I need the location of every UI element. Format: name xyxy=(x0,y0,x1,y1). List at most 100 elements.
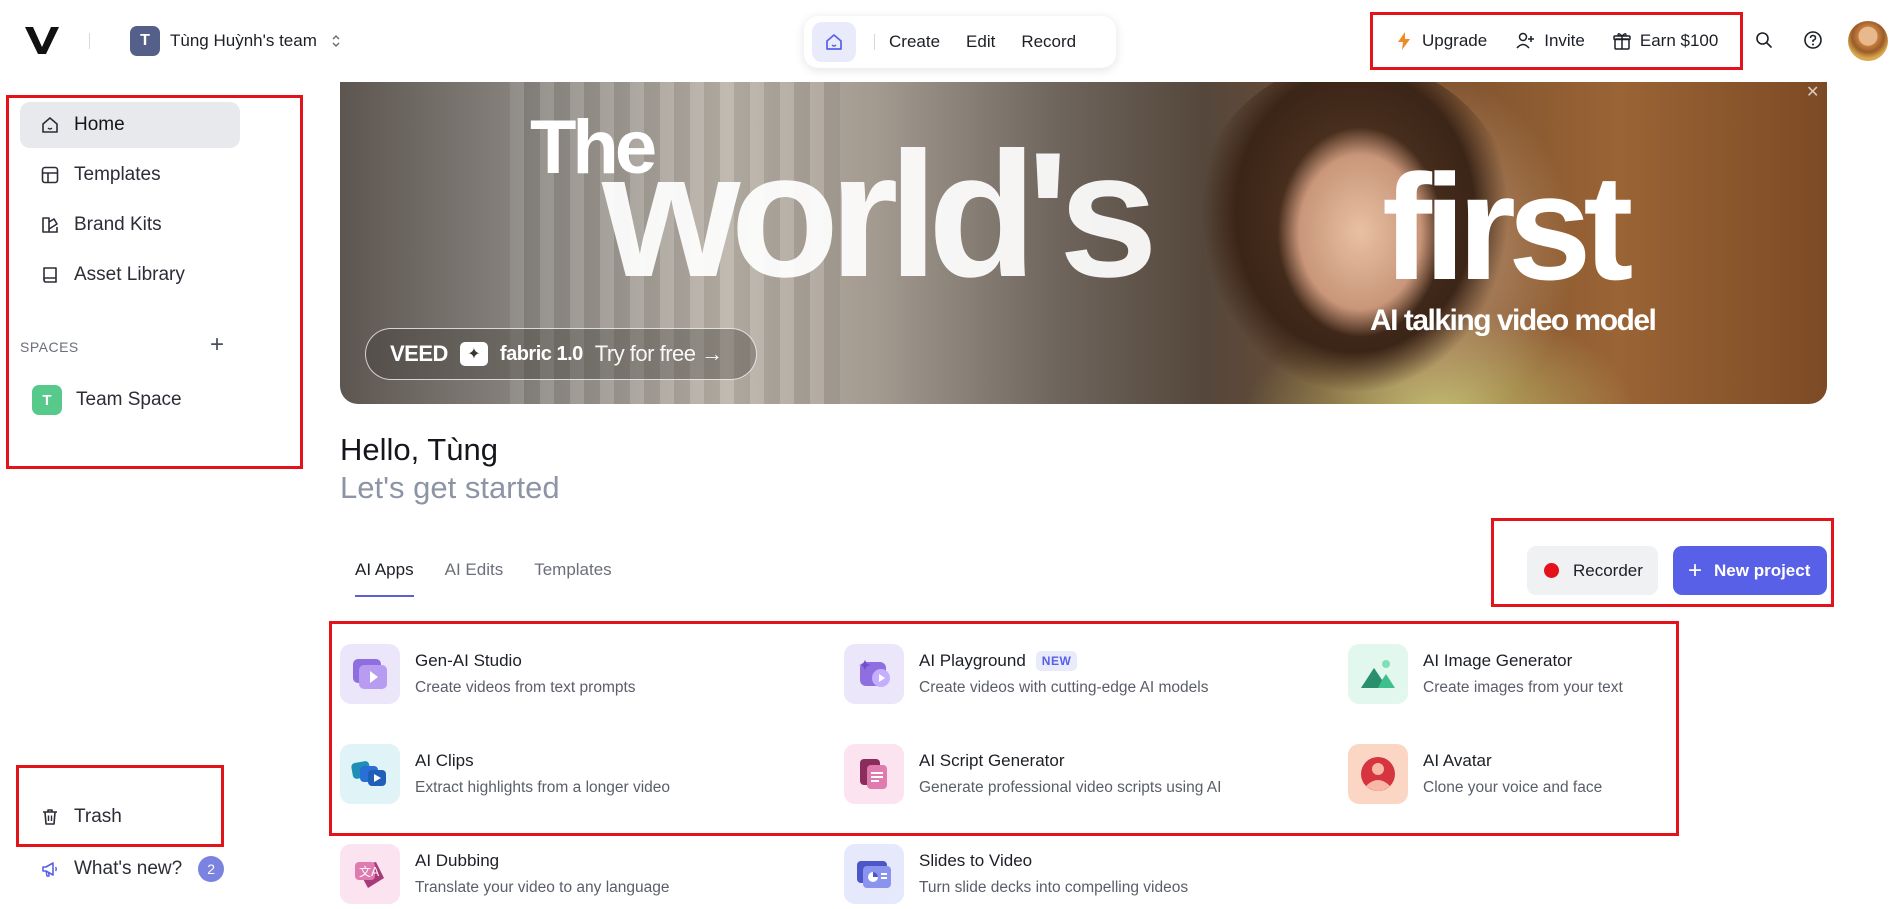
search-icon[interactable] xyxy=(1754,30,1776,52)
ai-dubbing-icon: 文A xyxy=(340,844,400,904)
greeting-title: Hello, Tùng xyxy=(340,432,498,467)
hero-headline-worlds: world's xyxy=(602,115,1158,314)
whats-new-label: What's new? xyxy=(74,858,183,879)
invite-button[interactable]: Invite xyxy=(1515,31,1585,51)
hero-headline-first: first xyxy=(1382,143,1633,311)
new-badge: NEW xyxy=(1035,651,1078,671)
invite-label: Invite xyxy=(1544,31,1585,50)
space-name: Team Space xyxy=(76,389,182,410)
app-ai-avatar[interactable]: AI Avatar Clone your voice and face xyxy=(1348,744,1602,804)
whats-new-count-badge: 2 xyxy=(198,856,225,882)
hero-try-button[interactable]: VEED ✦ fabric 1.0 Try for free → xyxy=(365,328,757,380)
help-icon[interactable] xyxy=(1803,30,1825,52)
app-desc: Turn slide decks into compelling videos xyxy=(919,879,1189,896)
greeting-subtitle: Let's get started xyxy=(340,470,560,505)
app-ai-script-generator[interactable]: AI Script Generator Generate professiona… xyxy=(844,744,1221,804)
app-ai-playground[interactable]: AI Playground NEW Create videos with cut… xyxy=(844,644,1209,704)
sidebar-item-asset-library[interactable]: Asset Library xyxy=(20,252,240,298)
slides-to-video-icon xyxy=(844,844,904,904)
new-project-label: New project xyxy=(1714,560,1811,580)
app-title: Slides to Video xyxy=(919,851,1033,870)
cta-brand: VEED xyxy=(390,341,448,366)
sidebar-item-whats-new[interactable]: What's new? 2 xyxy=(40,856,225,882)
cta-text: Try for free → xyxy=(594,341,723,366)
upgrade-button[interactable]: Upgrade xyxy=(1395,31,1487,51)
plus-icon: + xyxy=(1688,556,1703,584)
top-actions-highlight: Upgrade Invite Earn $100 xyxy=(1370,12,1743,70)
team-avatar: T xyxy=(130,26,160,56)
nav-record[interactable]: Record xyxy=(1021,32,1076,52)
app-title: AI Dubbing xyxy=(415,851,500,870)
content-tabs: AI Apps AI Edits Templates xyxy=(355,560,612,597)
ai-script-generator-icon xyxy=(844,744,904,804)
app-gen-ai-studio[interactable]: Gen-AI Studio Create videos from text pr… xyxy=(340,644,636,704)
app-ai-image-generator[interactable]: AI Image Generator Create images from yo… xyxy=(1348,644,1623,704)
app-desc: Create videos from text prompts xyxy=(415,679,636,696)
trash-label: Trash xyxy=(74,806,122,827)
sidebar-item-templates[interactable]: Templates xyxy=(20,152,240,198)
sidebar-item-brand-kits[interactable]: Brand Kits xyxy=(20,202,240,248)
sparkle-icon: ✦ xyxy=(459,342,488,366)
ai-image-generator-icon xyxy=(1348,644,1408,704)
center-nav: Create Edit Record xyxy=(804,16,1116,68)
app-desc: Extract highlights from a longer video xyxy=(415,779,671,796)
sidebar-item-label: Brand Kits xyxy=(74,214,162,235)
user-avatar[interactable] xyxy=(1848,21,1888,61)
sidebar-item-trash[interactable]: Trash xyxy=(40,806,122,828)
home-icon xyxy=(42,117,58,133)
sidebar-item-label: Templates xyxy=(74,164,161,185)
app-desc: Create videos with cutting-edge AI model… xyxy=(919,679,1209,696)
app-slides-to-video[interactable]: Slides to Video Turn slide decks into co… xyxy=(844,844,1188,904)
app-title: AI Clips xyxy=(415,751,474,770)
recorder-button[interactable]: Recorder xyxy=(1527,546,1658,595)
app-ai-clips[interactable]: AI Clips Extract highlights from a longe… xyxy=(340,744,670,804)
bolt-icon xyxy=(1398,32,1410,50)
app-desc: Translate your video to any language xyxy=(415,879,670,896)
tab-ai-apps[interactable]: AI Apps xyxy=(355,560,414,597)
app-ai-dubbing[interactable]: 文A AI Dubbing Translate your video to an… xyxy=(340,844,669,904)
sidebar-item-label: Home xyxy=(74,114,125,135)
app-title: AI Playground xyxy=(919,651,1026,670)
sidebar-item-label: Asset Library xyxy=(74,264,185,285)
sidebar-item-home[interactable]: Home xyxy=(20,102,240,148)
veed-logo-icon[interactable] xyxy=(24,25,60,55)
nav-divider xyxy=(874,34,875,50)
app-desc: Create images from your text xyxy=(1423,679,1623,696)
brand-kit-icon xyxy=(42,217,58,233)
tab-templates[interactable]: Templates xyxy=(534,560,611,597)
tab-ai-edits[interactable]: AI Edits xyxy=(445,560,504,597)
hero-banner[interactable]: The world's first AI talking video model… xyxy=(340,82,1827,404)
add-space-icon[interactable]: + xyxy=(210,333,224,357)
earn-label: Earn $100 xyxy=(1639,31,1719,50)
app-desc: Generate professional video scripts usin… xyxy=(919,779,1222,796)
record-dot-icon xyxy=(1544,563,1559,578)
home-nav-button[interactable] xyxy=(812,22,856,62)
svg-text:文A: 文A xyxy=(359,864,380,879)
ai-avatar-icon xyxy=(1348,744,1408,804)
templates-icon xyxy=(41,166,59,184)
spaces-heading: SPACES xyxy=(20,339,79,355)
nav-create[interactable]: Create xyxy=(889,32,940,52)
nav-edit[interactable]: Edit xyxy=(966,32,995,52)
team-switcher[interactable]: T Tùng Huỳnh's team xyxy=(130,26,341,56)
upgrade-label: Upgrade xyxy=(1422,31,1488,50)
cta-product: fabric 1.0 xyxy=(499,342,583,365)
earn-button[interactable]: Earn $100 xyxy=(1613,31,1718,51)
ai-playground-icon xyxy=(844,644,904,704)
app-title: AI Avatar xyxy=(1423,751,1492,770)
close-icon[interactable]: ✕ xyxy=(1806,82,1819,102)
sidebar-item-team-space[interactable]: T Team Space xyxy=(32,385,182,415)
top-bar: T Tùng Huỳnh's team Create Edit Record U… xyxy=(0,0,1902,82)
gen-ai-studio-icon xyxy=(340,644,400,704)
space-avatar: T xyxy=(32,385,62,415)
hero-tagline: AI talking video model xyxy=(1370,304,1657,337)
gift-icon xyxy=(1613,33,1631,50)
book-icon xyxy=(43,267,57,283)
ai-clips-icon xyxy=(340,744,400,804)
app-title: AI Script Generator xyxy=(919,751,1065,770)
trash-icon xyxy=(43,809,57,825)
recorder-label: Recorder xyxy=(1573,560,1643,580)
app-title: AI Image Generator xyxy=(1423,651,1573,670)
user-plus-icon xyxy=(1516,32,1535,49)
new-project-button[interactable]: + New project xyxy=(1673,546,1827,595)
